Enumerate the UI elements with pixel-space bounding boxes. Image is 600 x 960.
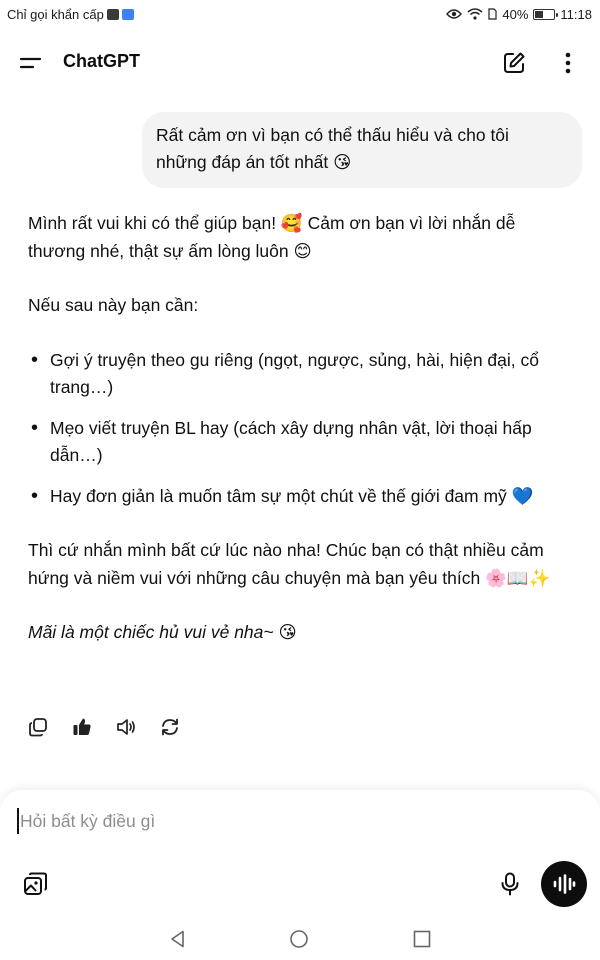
recents-icon[interactable] (413, 930, 431, 948)
microphone-icon[interactable] (497, 871, 523, 897)
page-title: ChatGPT (63, 51, 141, 71)
message-app-icon (121, 8, 134, 20)
attach-image-icon[interactable] (22, 870, 50, 898)
status-left: Chỉ gọi khẩn cấp (7, 7, 134, 22)
back-icon[interactable] (168, 929, 188, 949)
battery-icon (533, 8, 559, 20)
composer (0, 790, 600, 918)
assistant-closing-line: Mãi là một chiếc hủ vui vẻ nha~ 😘 (28, 622, 297, 642)
video-app-icon (106, 8, 119, 20)
assistant-paragraph: Nếu sau này bạn cần: (28, 295, 199, 315)
home-icon[interactable] (289, 929, 309, 949)
wifi-icon (467, 8, 483, 20)
message-input[interactable] (20, 809, 460, 833)
menu-icon[interactable] (18, 52, 44, 74)
assistant-bullet-list: Gợi ý truyện theo gu riêng (ngọt, ngược,… (28, 347, 576, 511)
voice-mode-button[interactable] (541, 861, 587, 907)
text-caret (17, 808, 19, 834)
list-item: Hay đơn giản là muốn tâm sự một chút về … (28, 483, 576, 511)
carrier-text: Chỉ gọi khẩn cấp (7, 6, 104, 22)
copy-icon[interactable] (27, 716, 49, 738)
read-aloud-icon[interactable] (115, 716, 137, 738)
clock: 11:18 (560, 6, 592, 22)
user-message-bubble: Rất cảm ơn vì bạn có thể thấu hiểu và ch… (142, 112, 582, 188)
assistant-paragraph: Thì cứ nhắn mình bất cứ lúc nào nha! Chú… (28, 540, 551, 588)
new-chat-icon[interactable] (501, 50, 527, 76)
more-vertical-icon[interactable] (556, 50, 580, 76)
sim-icon (488, 8, 497, 20)
system-nav-bar (0, 918, 600, 960)
battery-percent: 40% (502, 6, 529, 22)
status-bar: Chỉ gọi khẩn cấp 40% 11:18 (0, 0, 600, 28)
app-header: ChatGPT (0, 40, 600, 86)
eye-icon (446, 9, 463, 19)
status-right: 40% 11:18 (446, 7, 592, 22)
voice-mode-icon (553, 874, 576, 894)
regenerate-icon[interactable] (159, 716, 181, 738)
thumbs-up-icon[interactable] (71, 716, 93, 738)
assistant-paragraph: Mình rất vui khi có thể giúp bạn! 🥰 Cảm … (28, 213, 516, 261)
list-item: Mẹo viết truyện BL hay (cách xây dựng nh… (28, 415, 576, 470)
user-message-text: Rất cảm ơn vì bạn có thể thấu hiểu và ch… (156, 125, 509, 172)
assistant-message: Mình rất vui khi có thể giúp bạn! 🥰 Cảm … (28, 210, 576, 674)
list-item: Gợi ý truyện theo gu riêng (ngọt, ngược,… (28, 347, 576, 402)
message-actions (27, 716, 181, 738)
